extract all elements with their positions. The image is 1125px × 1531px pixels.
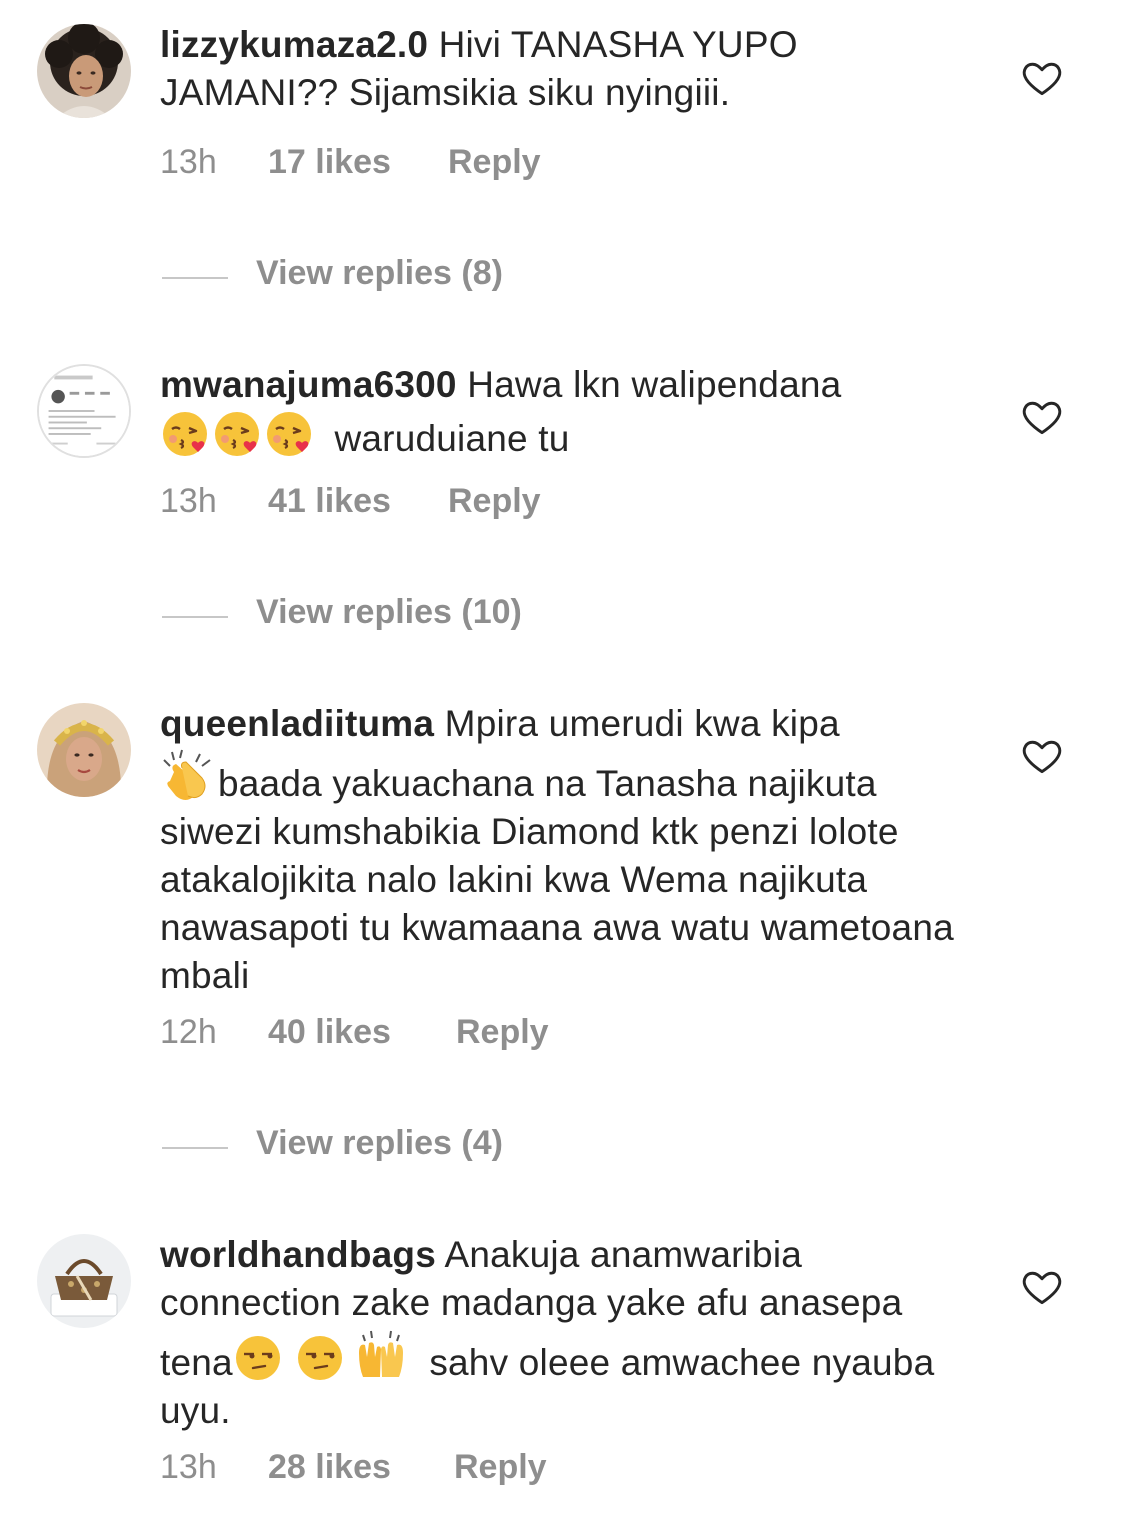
raising-hands-icon [353, 1327, 409, 1383]
comment-text: lizzykumaza2.0 Hivi TANASHA YUPO JAMANI?… [160, 21, 960, 117]
avatar[interactable] [37, 703, 131, 797]
comment-meta: 13h 28 likes Reply [160, 1448, 547, 1487]
like-heart-icon[interactable] [1020, 1265, 1064, 1309]
comment-likes-count[interactable]: 41 likes [268, 482, 448, 521]
view-replies-button[interactable]: View replies (8) [162, 254, 503, 294]
view-replies-divider [162, 1146, 228, 1149]
face-blowing-kiss-icon [264, 409, 314, 459]
comment-timestamp: 13h [160, 143, 217, 181]
comment-text: mwanajuma6300 Hawa lkn walipendana warud… [160, 361, 960, 463]
avatar[interactable] [37, 364, 131, 458]
profile-photo-woman-headscarf-icon [37, 703, 131, 797]
comment-username[interactable]: queenladiituma [160, 703, 434, 744]
unamused-face-icon [295, 1333, 345, 1383]
view-replies-button[interactable]: View replies (4) [162, 1124, 503, 1164]
profile-screenshot-thumbnail-icon [39, 366, 129, 456]
comment-body: Hawa lkn walipendana [467, 364, 842, 405]
avatar[interactable] [37, 24, 131, 118]
comment-text: queenladiituma Mpira umerudi kwa kipa ba… [160, 700, 960, 1000]
view-replies-divider [162, 276, 228, 279]
comment-likes-count[interactable]: 40 likes [268, 1013, 456, 1052]
comment-body-continued: waruduiane tu [334, 418, 570, 459]
comment-username[interactable]: lizzykumaza2.0 [160, 24, 428, 65]
comment-body: Mpira umerudi kwa kipa [444, 703, 840, 744]
comment-meta: 12h 40 likes Reply [160, 1013, 549, 1052]
avatar[interactable] [37, 1234, 131, 1328]
comment-username[interactable]: mwanajuma6300 [160, 364, 457, 405]
comment-timestamp: 13h [160, 1448, 217, 1486]
profile-photo-woman-curly-hair-icon [37, 24, 131, 118]
view-replies-label: View replies (8) [256, 254, 503, 292]
reply-button[interactable]: Reply [454, 1448, 547, 1487]
comment-likes-count[interactable]: 28 likes [268, 1448, 454, 1487]
comment-timestamp: 12h [160, 1013, 217, 1051]
like-heart-icon[interactable] [1020, 395, 1064, 439]
like-heart-icon[interactable] [1020, 734, 1064, 778]
like-heart-icon[interactable] [1020, 56, 1064, 100]
comment-timestamp: 13h [160, 482, 217, 520]
clapping-hands-icon [160, 748, 216, 804]
view-replies-label: View replies (4) [256, 1124, 503, 1162]
profile-photo-handbag-icon [37, 1234, 131, 1328]
unamused-face-icon [233, 1333, 283, 1383]
face-blowing-kiss-icon [160, 409, 210, 459]
comment-meta: 13h 17 likes Reply [160, 143, 541, 182]
reply-button[interactable]: Reply [448, 143, 541, 182]
comment-body-continued: baada yakuachana na Tanasha najikuta siw… [160, 763, 954, 996]
comment-username[interactable]: worldhandbags [160, 1234, 436, 1275]
view-replies-label: View replies (10) [256, 593, 522, 631]
view-replies-button[interactable]: View replies (10) [162, 593, 522, 633]
reply-button[interactable]: Reply [456, 1013, 549, 1052]
comment-likes-count[interactable]: 17 likes [268, 143, 448, 182]
comment-text: worldhandbags Anakuja anamwaribia connec… [160, 1231, 960, 1435]
reply-button[interactable]: Reply [448, 482, 541, 521]
comment-meta: 13h 41 likes Reply [160, 482, 541, 521]
view-replies-divider [162, 615, 228, 618]
face-blowing-kiss-icon [212, 409, 262, 459]
